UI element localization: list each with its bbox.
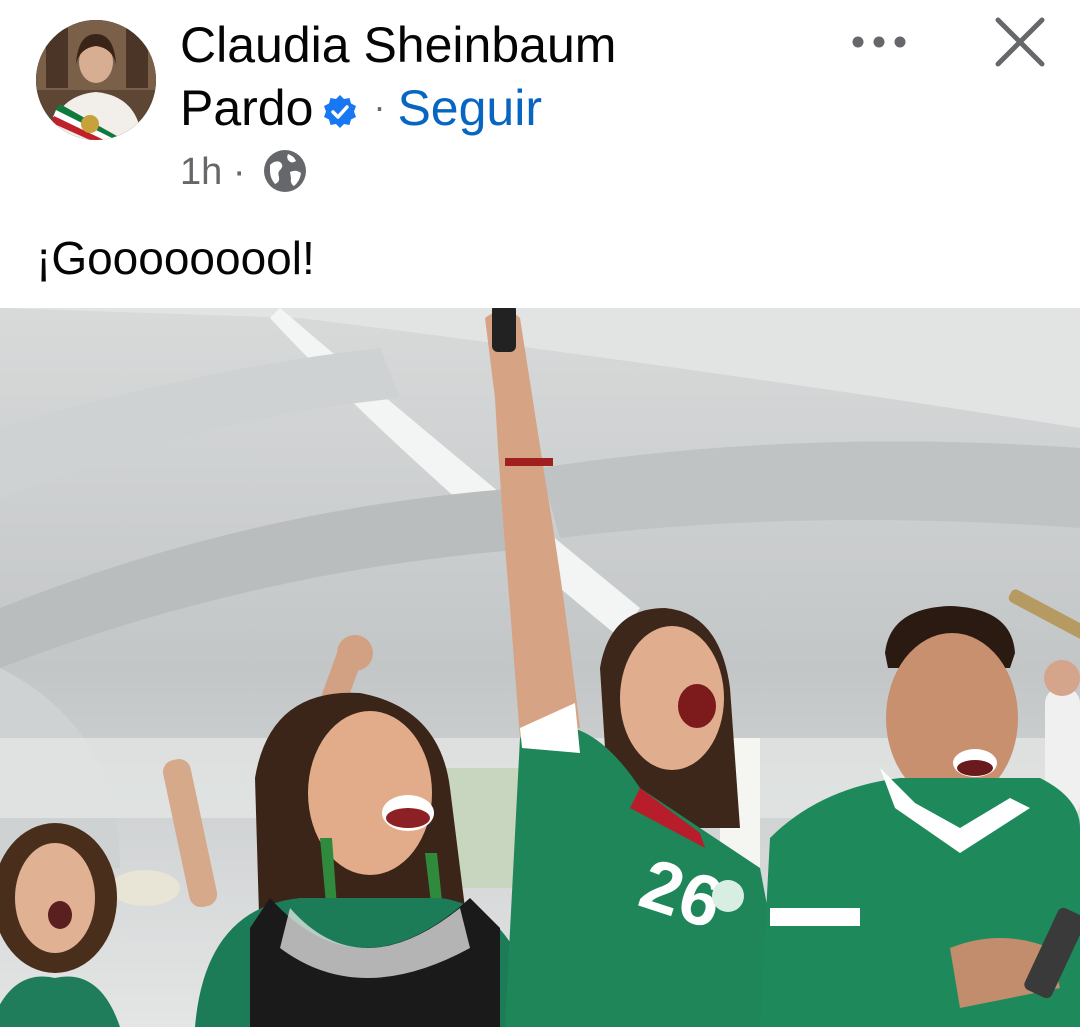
close-icon[interactable] xyxy=(992,14,1048,70)
follow-button[interactable]: Seguir xyxy=(397,80,542,136)
globe-icon[interactable] xyxy=(262,148,308,194)
post-time[interactable]: 1h xyxy=(180,151,222,193)
verified-badge-icon xyxy=(321,83,359,128)
more-options-icon[interactable] xyxy=(846,22,916,62)
separator-dot: · xyxy=(373,86,386,127)
post-header: Claudia Sheinbaum Pardo · Seguir 1h · ¡Goo… xyxy=(0,0,1080,308)
author-avatar[interactable] xyxy=(36,20,156,140)
post-text: ¡Gooooooool! xyxy=(36,232,315,284)
post-photo[interactable]: 26 xyxy=(0,308,1080,1027)
author-line: Claudia Sheinbaum Pardo · Seguir xyxy=(180,14,660,139)
post-meta: 1h · xyxy=(180,148,308,196)
meta-separator: · xyxy=(232,151,246,193)
